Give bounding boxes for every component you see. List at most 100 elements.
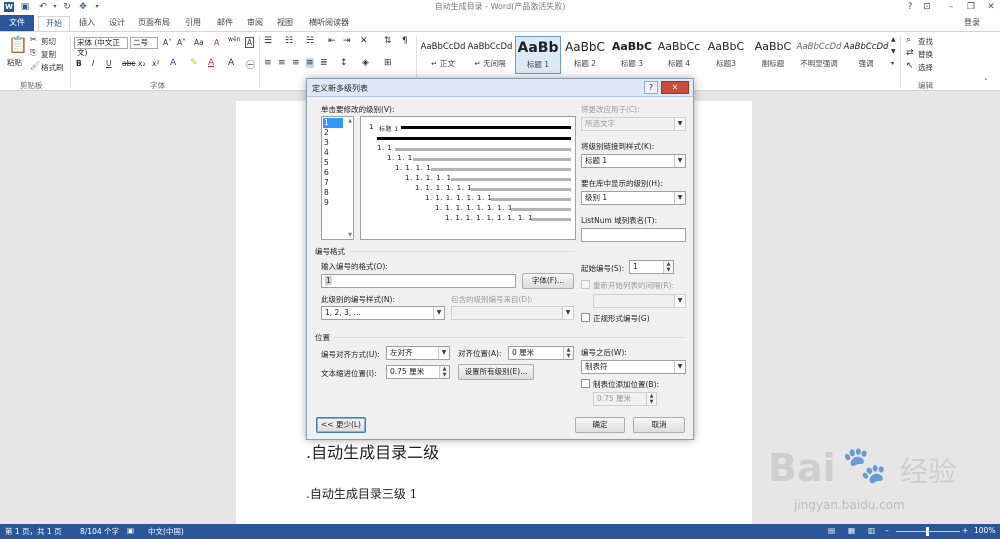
copy-button[interactable]: 复制 — [41, 49, 56, 60]
heading-line-3[interactable]: .自动生成目录三级 1 — [306, 485, 417, 502]
align-right-icon[interactable]: ≡ — [292, 58, 300, 68]
page-count[interactable]: 第 1 页，共 1 页 — [5, 526, 62, 537]
alignment-dropdown[interactable]: 左对齐 ▼ — [386, 346, 450, 360]
tab-mailings[interactable]: 邮件 — [212, 16, 238, 31]
font-size-combo[interactable]: 二号 — [130, 37, 158, 49]
style-heading3-custom[interactable]: AaBbC 标题3 — [703, 36, 749, 74]
listnum-input[interactable] — [581, 228, 686, 242]
tab-view[interactable]: 视图 — [272, 16, 298, 31]
copy-icon[interactable]: ⎘ — [30, 48, 36, 58]
multilevel-list-icon[interactable]: ☵ — [306, 36, 314, 46]
tab-insert[interactable]: 插入 — [74, 16, 100, 31]
shading-icon[interactable]: A — [228, 58, 234, 68]
tab-stop-label[interactable]: 制表位添加位置(B): — [593, 379, 659, 390]
link-style-dropdown[interactable]: 标题 1 ▼ — [581, 154, 686, 168]
tab-stop-checkbox[interactable] — [581, 379, 590, 388]
level-item[interactable]: 3 — [323, 138, 343, 148]
ribbon-display-options-icon[interactable]: ⊡ — [920, 1, 934, 13]
replace-button[interactable]: 替换 — [918, 49, 933, 60]
align-left-icon[interactable]: ≡ — [264, 58, 272, 68]
follow-number-dropdown[interactable]: 制表符 ▼ — [581, 360, 686, 374]
increase-indent-icon[interactable]: ⇥ — [343, 36, 351, 46]
replace-icon[interactable]: ⇄ — [906, 48, 914, 58]
spin-arrows-icon[interactable]: ▲ ▼ — [563, 347, 573, 359]
format-painter-icon[interactable]: 🖌 — [30, 61, 40, 70]
sort-icon[interactable]: ⇅ — [384, 36, 392, 46]
legal-style-checkbox[interactable] — [581, 313, 590, 322]
tab-references[interactable]: 引用 — [180, 16, 206, 31]
style-no-spacing[interactable]: AaBbCcDd ↵ 无间隔 — [467, 36, 513, 74]
level-item[interactable]: 6 — [323, 168, 343, 178]
borders-icon[interactable]: ⊞ — [384, 58, 392, 68]
chevron-down-icon[interactable]: ▼ — [674, 192, 685, 204]
italic-button[interactable]: I — [92, 59, 94, 68]
show-marks-icon[interactable]: ¶ — [402, 36, 408, 46]
find-button[interactable]: 查找 — [918, 36, 933, 47]
clear-format-button[interactable]: A — [214, 38, 219, 47]
sign-in-link[interactable]: 登录 — [964, 17, 980, 28]
number-style-dropdown[interactable]: 1, 2, 3, ... ▼ — [321, 306, 445, 320]
find-icon[interactable]: ⌕ — [906, 35, 911, 45]
paste-label[interactable]: 粘贴 — [7, 57, 22, 68]
scroll-down-icon[interactable]: ▼ — [348, 232, 352, 238]
tab-reader[interactable]: 横听阅读器 — [304, 16, 354, 31]
chevron-down-icon[interactable]: ▼ — [433, 307, 444, 319]
zoom-level[interactable]: 100% — [974, 526, 995, 535]
gallery-level-dropdown[interactable]: 级别 1 ▼ — [581, 191, 686, 205]
cancel-button[interactable]: 取消 — [633, 417, 685, 433]
chevron-down-icon[interactable]: ▼ — [674, 361, 685, 373]
font-name-combo[interactable]: 宋体 (中文正文) — [74, 37, 128, 57]
style-heading-3[interactable]: AaBbC 标题 3 — [609, 36, 655, 74]
legal-style-label[interactable]: 正规形式编号(G) — [593, 313, 650, 324]
line-spacing-icon[interactable]: ↕ — [340, 58, 348, 68]
level-item[interactable]: 9 — [323, 198, 343, 208]
change-case-button[interactable]: Aa — [194, 38, 204, 47]
level-item[interactable]: 2 — [323, 128, 343, 138]
highlight-icon[interactable]: ✎ — [190, 58, 198, 68]
zoom-slider-thumb[interactable] — [926, 527, 929, 536]
font-button[interactable]: 字体(F)... — [522, 273, 574, 289]
restore-button[interactable]: ❐ — [964, 1, 978, 13]
chevron-down-icon[interactable]: ▼ — [438, 347, 449, 359]
collapse-ribbon-icon[interactable]: ˄ — [984, 78, 988, 86]
chinese-layout-icon[interactable]: ✕ — [360, 36, 368, 46]
underline-button[interactable]: U — [106, 59, 112, 68]
set-all-levels-button[interactable]: 设置所有级别(E)... — [458, 364, 534, 380]
select-button[interactable]: 选择 — [918, 62, 933, 73]
minimize-button[interactable]: – — [944, 1, 958, 13]
zoom-out-icon[interactable]: – — [885, 526, 889, 535]
dialog-help-button[interactable]: ? — [644, 81, 658, 94]
less-button[interactable]: << 更少(L) — [316, 417, 366, 433]
ok-button[interactable]: 确定 — [575, 417, 625, 433]
select-icon[interactable]: ↖ — [906, 61, 914, 71]
superscript-button[interactable]: x² — [152, 59, 159, 68]
distributed-icon[interactable]: ≣ — [320, 58, 328, 68]
text-indent-spinner[interactable]: 0.75 厘米 ▲ ▼ — [386, 365, 450, 379]
level-item[interactable]: 4 — [323, 148, 343, 158]
bold-button[interactable]: B — [76, 59, 82, 68]
spin-arrows-icon[interactable]: ▲ ▼ — [663, 261, 673, 273]
numbering-icon[interactable]: ☷ — [285, 36, 293, 46]
enclose-char-icon[interactable]: ㊀ — [246, 58, 255, 71]
subscript-button[interactable]: x₂ — [138, 59, 145, 68]
level-item[interactable]: 1 — [323, 118, 343, 128]
spin-arrows-icon[interactable]: ▲ ▼ — [439, 366, 449, 378]
shrink-font-button[interactable]: A˅ — [177, 38, 186, 47]
aligned-at-spinner[interactable]: 0 厘米 ▲ ▼ — [508, 346, 574, 360]
language[interactable]: 中文(中国) — [148, 526, 184, 537]
heading-line-2[interactable]: .自动生成目录二级 — [306, 439, 439, 463]
grow-font-button[interactable]: A˄ — [163, 38, 172, 47]
zoom-in-icon[interactable]: + — [962, 526, 968, 535]
tab-home[interactable]: 开始 — [38, 16, 70, 31]
bullets-icon[interactable]: ☰ — [264, 36, 272, 46]
chevron-down-icon[interactable]: ▼ — [674, 155, 685, 167]
style-heading-4[interactable]: AaBbCc 标题 4 — [656, 36, 702, 74]
word-count[interactable]: 8/104 个字 — [80, 526, 119, 537]
styles-scroll-up-icon[interactable]: ▲ — [891, 36, 896, 43]
proofing-icon[interactable]: ▣ — [127, 526, 134, 535]
scroll-up-icon[interactable]: ▲ — [348, 118, 352, 124]
style-heading-2[interactable]: AaBbC 标题 2 — [562, 36, 608, 74]
tab-design[interactable]: 设计 — [104, 16, 130, 31]
styles-scroll-down-icon[interactable]: ▼ — [891, 48, 896, 55]
strikethrough-button[interactable]: abc — [122, 59, 135, 68]
